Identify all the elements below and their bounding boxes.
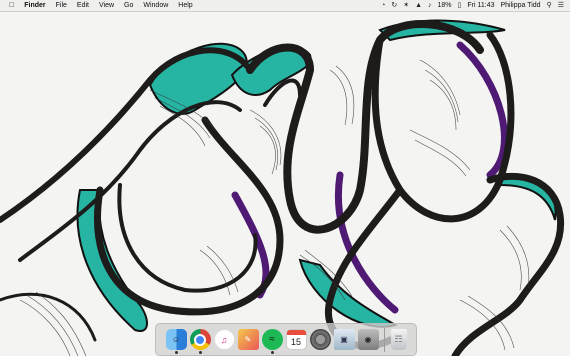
- battery-icon[interactable]: ▯: [458, 0, 462, 11]
- photo-editor-icon[interactable]: ✎: [237, 329, 259, 350]
- apple-icon[interactable]: : [9, 0, 14, 11]
- volume-icon[interactable]: ♪: [428, 0, 432, 11]
- trash-icon[interactable]: ☶: [390, 329, 407, 350]
- calendar-day: 15: [290, 337, 301, 347]
- spotify-icon[interactable]: ≈: [261, 329, 283, 354]
- finder-icon[interactable]: ☺: [165, 329, 187, 354]
- calendar-icon[interactable]: 15: [285, 329, 307, 350]
- notification-center-icon[interactable]: ☰: [558, 0, 564, 11]
- sync-icon[interactable]: ↻: [391, 0, 397, 11]
- menu-app-name[interactable]: Finder: [24, 0, 45, 11]
- menu-view[interactable]: View: [99, 0, 114, 11]
- spotlight-icon[interactable]: ⚲: [547, 0, 552, 11]
- menu-window[interactable]: Window: [143, 0, 168, 11]
- dock: ☺ ♫ ✎ ≈ 15 ▣ ◉ ☶: [155, 323, 417, 356]
- menu-bar:  Finder File Edit View Go Window Help ◔…: [0, 0, 570, 12]
- menu-user[interactable]: Philippa Tidd: [500, 0, 540, 11]
- desktop-wallpaper: [0, 0, 570, 356]
- menu-edit[interactable]: Edit: [77, 0, 89, 11]
- chrome-icon[interactable]: [189, 329, 211, 354]
- bluetooth-icon[interactable]: ✶: [403, 0, 409, 11]
- image-capture-icon[interactable]: ◉: [357, 329, 379, 350]
- menu-help[interactable]: Help: [178, 0, 192, 11]
- menu-clock[interactable]: Fri 11:43: [467, 0, 494, 11]
- itunes-icon[interactable]: ♫: [213, 329, 235, 350]
- dock-separator: [384, 327, 385, 352]
- menu-go[interactable]: Go: [124, 0, 133, 11]
- menu-file[interactable]: File: [56, 0, 67, 11]
- battery-percent[interactable]: 18%: [438, 0, 452, 11]
- preview-icon[interactable]: ▣: [333, 329, 355, 350]
- system-preferences-icon[interactable]: [309, 329, 331, 350]
- running-indicator: [174, 351, 178, 354]
- running-indicator: [270, 351, 274, 354]
- time-machine-icon[interactable]: ◔: [381, 0, 385, 11]
- running-indicator: [198, 351, 202, 354]
- wifi-icon[interactable]: ▲: [415, 0, 422, 11]
